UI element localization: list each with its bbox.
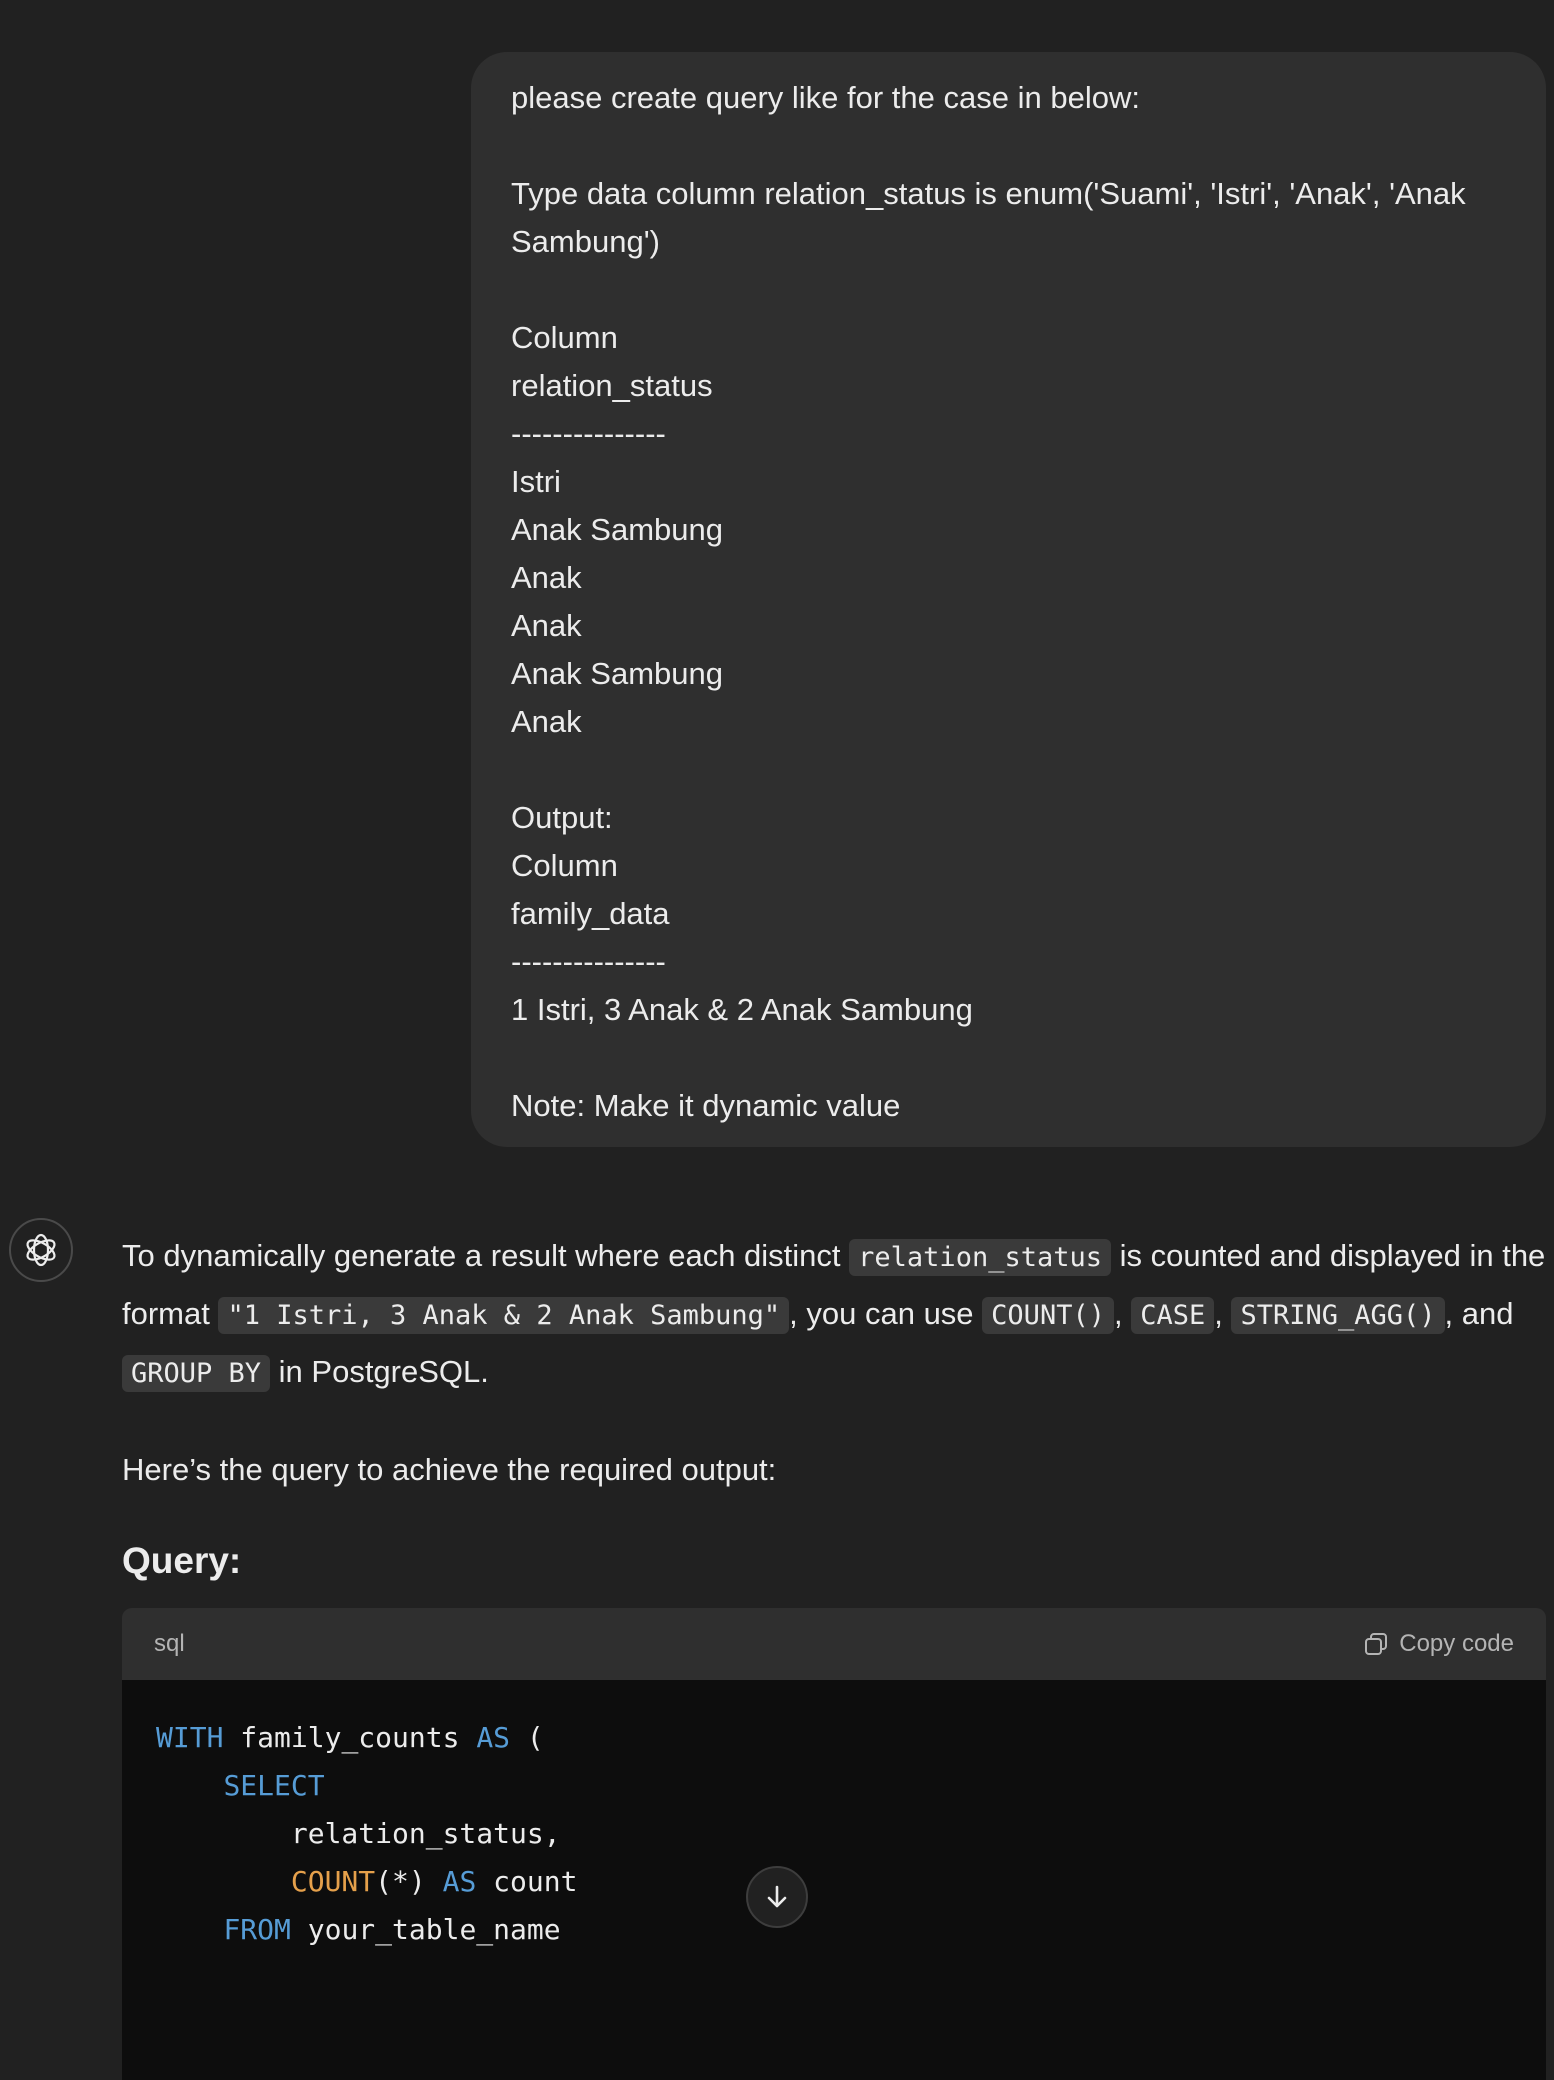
user-message-line: Anak	[511, 608, 582, 643]
user-message-line: Istri	[511, 464, 561, 499]
code-token: family_counts	[223, 1721, 477, 1754]
intro-text: ,	[1214, 1296, 1232, 1331]
code-token: relation_status,	[156, 1817, 561, 1850]
user-message-line: Column	[511, 848, 618, 883]
scroll-to-bottom-button[interactable]	[746, 1866, 808, 1928]
openai-logo-icon	[26, 1233, 56, 1267]
user-message-line: Output:	[511, 800, 613, 835]
code-token: (	[510, 1721, 544, 1754]
code-token: AS	[476, 1721, 511, 1754]
user-message-line: ---------------	[511, 944, 666, 979]
user-message-line: Anak Sambung	[511, 656, 723, 691]
intro-text: , you can use	[789, 1296, 983, 1331]
user-message-line: Type data column relation_status is enum…	[511, 176, 1466, 211]
user-message-line: 1 Istri, 3 Anak & 2 Anak Sambung	[511, 992, 973, 1027]
assistant-message: To dynamically generate a result where e…	[122, 1228, 1546, 2080]
user-message-line	[511, 266, 1506, 314]
code-token: (*)	[375, 1865, 443, 1898]
user-message-line: Anak Sambung	[511, 512, 723, 547]
user-message-line: Column	[511, 320, 618, 355]
inline-code: GROUP BY	[122, 1355, 271, 1392]
code-block: sql Copy code WITH family_counts AS ( SE…	[122, 1608, 1546, 2080]
user-message-line: Note: Make it dynamic value	[511, 1088, 901, 1123]
assistant-intro-paragraph: To dynamically generate a result where e…	[122, 1228, 1546, 1402]
code-token: your_table_name	[290, 1913, 561, 1946]
code-line: COUNT(*) AS count	[156, 1858, 1512, 1906]
inline-code: STRING_AGG()	[1231, 1297, 1445, 1334]
intro-text: in PostgreSQL.	[270, 1354, 489, 1389]
code-token: FROM	[223, 1913, 291, 1946]
copy-icon	[1365, 1633, 1388, 1655]
code-token: AS	[442, 1865, 477, 1898]
user-message-line	[511, 1034, 1506, 1082]
user-message-line: family_data	[511, 896, 670, 931]
user-message-line: ---------------	[511, 416, 666, 451]
inline-code: "1 Istri, 3 Anak & 2 Anak Sambung"	[218, 1297, 790, 1334]
code-token: COUNT	[290, 1865, 376, 1898]
copy-code-button[interactable]: Copy code	[1363, 1630, 1514, 1658]
inline-code: COUNT()	[982, 1297, 1114, 1334]
copy-code-label: Copy code	[1399, 1630, 1514, 1657]
code-line: FROM your_table_name	[156, 1906, 1512, 1954]
inline-code: relation_status	[849, 1239, 1111, 1276]
intro-text: , and	[1444, 1296, 1514, 1331]
assistant-second-paragraph: Here’s the query to achieve the required…	[122, 1452, 777, 1487]
code-token: WITH	[156, 1721, 224, 1754]
user-message-line	[511, 122, 1506, 170]
user-message-line: Anak	[511, 560, 582, 595]
user-message-bubble: please create query like for the case in…	[471, 52, 1546, 1147]
intro-text: To dynamically generate a result where e…	[122, 1238, 850, 1273]
code-language-label: sql	[154, 1630, 185, 1657]
intro-text: ,	[1113, 1296, 1132, 1331]
arrow-down-icon	[767, 1885, 787, 1908]
code-line: SELECT	[156, 1762, 1512, 1810]
user-message-line: Anak	[511, 704, 582, 739]
code-body: WITH family_counts AS ( SELECT relation_…	[122, 1680, 1546, 2080]
inline-code: CASE	[1131, 1297, 1215, 1334]
code-token: SELECT	[223, 1769, 325, 1802]
user-message-line: Sambung')	[511, 224, 660, 259]
code-line: relation_status,	[156, 1810, 1512, 1858]
assistant-avatar	[9, 1218, 73, 1282]
code-block-header: sql Copy code	[122, 1608, 1546, 1680]
user-message-line: relation_status	[511, 368, 713, 403]
query-heading: Query:	[122, 1540, 242, 1581]
user-message-line: please create query like for the case in…	[511, 80, 1140, 115]
code-line: WITH family_counts AS (	[156, 1714, 1512, 1762]
user-message-line	[511, 746, 1506, 794]
code-token: count	[476, 1865, 578, 1898]
